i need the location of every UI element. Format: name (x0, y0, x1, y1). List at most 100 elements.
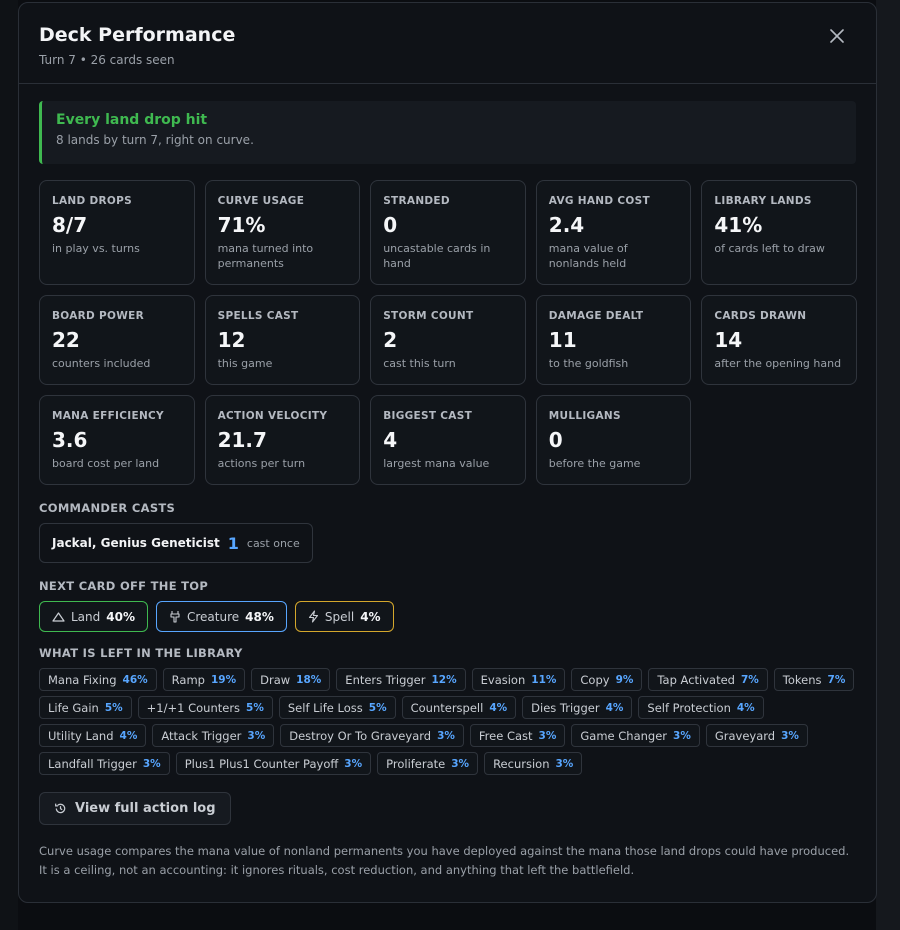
library-tag: Landfall Trigger 3% (39, 752, 170, 775)
library-tag-pct: 12% (431, 673, 457, 686)
stat-desc: board cost per land (52, 457, 160, 470)
library-tag-label: Draw (260, 672, 291, 687)
library-tag: Enters Trigger 12% (336, 668, 466, 691)
mountain-icon (52, 612, 65, 622)
close-button[interactable] (826, 25, 848, 47)
stats-grid: LAND DROPS 8/7 in play vs. turns CURVE U… (39, 180, 857, 485)
chip-label: Creature (187, 609, 240, 624)
commander-casts-label: COMMANDER CASTS (39, 501, 176, 515)
stat-desc: actions per turn (217, 457, 306, 470)
library-tag: +1/+1 Counters 5% (137, 696, 273, 719)
next-card-chips: Land 40% Creature 48% Spell 4% (39, 601, 856, 632)
library-tag-pct: 3% (538, 729, 557, 742)
library-tag-pct: 4% (605, 701, 624, 714)
chip-pct: 48% (245, 609, 274, 624)
stat-value: 4 (383, 428, 398, 452)
stat-value: 0 (548, 428, 563, 452)
library-tag-label: Self Protection (647, 700, 731, 715)
view-action-log-button[interactable]: View full action log (39, 792, 231, 825)
stat-card-land-drops: LAND DROPS 8/7 in play vs. turns (39, 180, 195, 285)
view-action-log-label: View full action log (75, 801, 216, 816)
stat-card-biggest-cast: BIGGEST CAST 4 largest mana value (370, 395, 526, 485)
library-tag-pct: 5% (246, 701, 264, 714)
library-tag-pct: 18% (296, 673, 322, 686)
library-tag-label: Tap Activated (657, 672, 735, 687)
stat-label: ACTION VELOCITY (217, 410, 328, 422)
library-tag-label: Destroy Or To Graveyard (289, 728, 432, 743)
library-tag-label: Utility Land (48, 728, 114, 743)
library-tag-label: Evasion (480, 672, 526, 687)
library-tag: Attack Trigger 3% (152, 724, 275, 747)
library-tag-label: Free Cast (478, 728, 533, 743)
stat-label: CURVE USAGE (217, 195, 305, 207)
stat-card-mulligans: MULLIGANS 0 before the game (535, 395, 692, 485)
library-tag-label: Recursion (493, 756, 550, 771)
next-card-land-chip: Land 40% (39, 601, 148, 632)
library-tag-pct: 9% (615, 673, 634, 686)
library-tag-pct: 4% (736, 701, 755, 714)
library-tag: Recursion 3% (484, 752, 583, 775)
library-tag: Utility Land 4% (39, 724, 147, 747)
stat-desc: largest mana value (383, 457, 490, 470)
stat-label: MULLIGANS (548, 410, 621, 422)
library-tag: Game Changer 3% (571, 724, 700, 747)
stat-card-avg-hand-cost: AVG HAND COST 2.4 mana value of nonlands… (535, 180, 692, 285)
stat-label: LAND DROPS (52, 195, 132, 207)
stat-card-board-power: BOARD POWER 22 counters included (39, 295, 195, 385)
library-tag: Dies Trigger 4% (522, 696, 633, 719)
stat-desc: in play vs. turns (52, 242, 140, 255)
library-tag-label: Ramp (171, 672, 205, 687)
commander-note: cast once (246, 536, 300, 550)
stat-desc: uncastable cards in hand (383, 242, 491, 270)
chip-label: Spell (324, 609, 355, 624)
stat-value: 2 (383, 328, 398, 352)
stat-label: STRANDED (383, 195, 450, 207)
library-tag-pct: 46% (122, 673, 148, 686)
stat-value: 12 (217, 328, 246, 352)
modal-subtitle: Turn 7 • 26 cards seen (39, 53, 175, 67)
library-tag-pct: 3% (247, 729, 266, 742)
stat-value: 2.4 (548, 213, 585, 237)
next-card-spell-chip: Spell 4% (294, 601, 394, 632)
library-tag-pct: 7% (740, 673, 759, 686)
library-tag-label: Landfall Trigger (48, 756, 137, 771)
stat-value: 22 (52, 328, 80, 352)
library-tag: Self Life Loss 5% (278, 696, 396, 719)
library-tag-pct: 4% (119, 729, 138, 742)
library-tag: Free Cast 3% (469, 724, 566, 747)
banner-title: Every land drop hit (56, 112, 208, 128)
library-tag: Plus1 Plus1 Counter Payoff 3% (175, 752, 372, 775)
chip-pct: 4% (360, 609, 381, 624)
chip-pct: 40% (106, 609, 135, 624)
stat-label: BOARD POWER (52, 310, 144, 322)
library-tag-label: Tokens (782, 672, 822, 687)
stat-label: STORM COUNT (383, 310, 474, 322)
library-tags: Mana Fixing 46% Ramp 19% Draw 18% Enters Trigg… (39, 668, 859, 775)
library-tag-label: +1/+1 Counters (146, 700, 241, 715)
library-tag-pct: 4% (489, 701, 508, 714)
stat-desc: counters included (52, 357, 151, 370)
stat-card-damage-dealt: DAMAGE DEALT 11 to the goldfish (535, 295, 692, 385)
library-tag-label: Mana Fixing (48, 672, 117, 687)
library-label: WHAT IS LEFT IN THE LIBRARY (39, 646, 243, 660)
library-tag: Counterspell 4% (401, 696, 517, 719)
library-tag-pct: 3% (142, 757, 161, 770)
stat-value: 8/7 (52, 213, 88, 237)
commander-count: 1 (227, 533, 239, 553)
chip-label: Land (71, 609, 101, 624)
library-tag-label: Game Changer (580, 728, 668, 743)
close-icon (830, 29, 844, 43)
library-tag-label: Attack Trigger (161, 728, 242, 743)
library-tag-pct: 3% (555, 757, 574, 770)
stat-desc: this game (217, 357, 273, 370)
library-tag-pct: 19% (210, 673, 237, 686)
library-tag-label: Proliferate (386, 756, 446, 771)
library-tag-label: Plus1 Plus1 Counter Payoff (184, 756, 339, 771)
stat-desc: to the goldfish (548, 357, 629, 370)
stat-card-spells-cast: SPELLS CAST 12 this game (204, 295, 361, 385)
lightning-icon (308, 610, 318, 623)
library-tag-pct: 3% (781, 729, 799, 742)
stat-desc: after the opening hand (714, 357, 842, 370)
library-tag: Mana Fixing 46% (39, 668, 157, 691)
modal-body: Every land drop hit 8 lands by turn 7, r… (19, 84, 876, 880)
